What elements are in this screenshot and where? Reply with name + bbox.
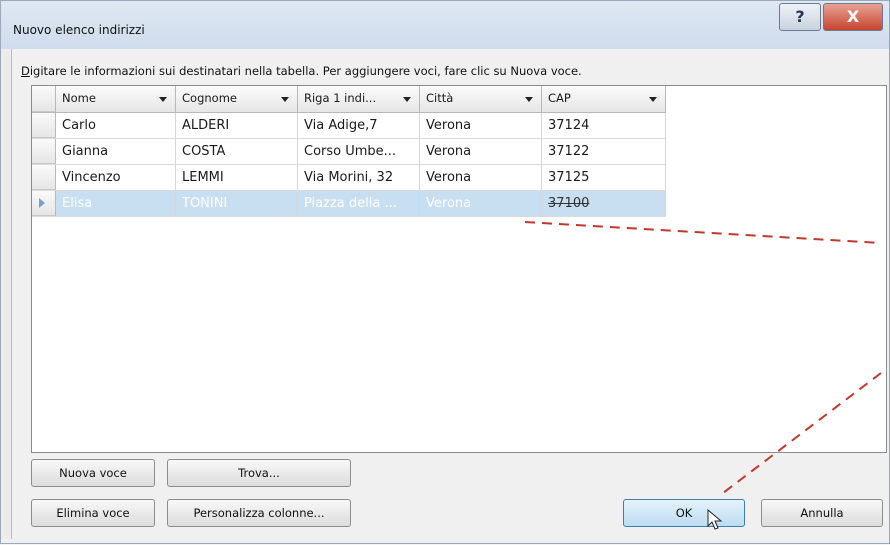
column-header-indirizzo[interactable]: Riga 1 indi...: [298, 86, 420, 112]
dropdown-arrow-icon[interactable]: [649, 97, 657, 102]
close-icon: X: [846, 7, 860, 26]
dropdown-arrow-icon[interactable]: [281, 97, 289, 102]
column-header-cap[interactable]: CAP: [542, 86, 666, 112]
column-label: Nome: [62, 91, 96, 105]
mouse-pointer-icon: [707, 509, 723, 530]
cell-cognome[interactable]: COSTA: [176, 139, 298, 164]
button-label: Nuova voce: [59, 466, 127, 480]
cell-indirizzo[interactable]: Via Adige,7: [298, 113, 420, 138]
personalizza-colonne-button[interactable]: Personalizza colonne...: [167, 499, 351, 527]
button-label: Personalizza colonne...: [193, 506, 325, 520]
nuova-voce-button[interactable]: Nuova voce: [31, 459, 155, 487]
column-label: Città: [426, 91, 454, 105]
annulla-button[interactable]: Annulla: [761, 499, 883, 527]
trova-button[interactable]: Trova...: [167, 459, 351, 487]
dropdown-arrow-icon[interactable]: [159, 97, 167, 102]
instruction-access-key: D: [21, 64, 30, 78]
table-row[interactable]: Carlo ALDERI Via Adige,7 Verona 37124: [32, 113, 666, 139]
help-icon: ?: [795, 7, 805, 26]
row-selector[interactable]: [32, 165, 56, 190]
cell-nome[interactable]: Vincenzo: [56, 165, 176, 190]
cell-cognome[interactable]: LEMMI: [176, 165, 298, 190]
column-header-citta[interactable]: Città: [420, 86, 542, 112]
address-list-dialog: Nuovo elenco indirizzi ? X Digitare le i…: [0, 0, 890, 544]
cell-citta[interactable]: Verona: [420, 165, 542, 190]
cell-cognome[interactable]: ALDERI: [176, 113, 298, 138]
row-selector[interactable]: [32, 139, 56, 164]
dropdown-arrow-icon[interactable]: [403, 97, 411, 102]
cell-cap[interactable]: 37122: [542, 139, 666, 164]
close-button[interactable]: X: [823, 3, 883, 31]
cell-indirizzo[interactable]: Corso Umbe...: [298, 139, 420, 164]
button-label: Elimina voce: [56, 506, 130, 520]
table-row[interactable]: Vincenzo LEMMI Via Morini, 32 Verona 371…: [32, 165, 666, 191]
cell-cap[interactable]: 37100: [542, 191, 666, 216]
cell-cap[interactable]: 37124: [542, 113, 666, 138]
cell-nome[interactable]: Elisa: [56, 191, 176, 216]
cell-citta[interactable]: Verona: [420, 191, 542, 216]
dropdown-arrow-icon[interactable]: [525, 97, 533, 102]
cell-cap[interactable]: 37125: [542, 165, 666, 190]
button-label: Annulla: [800, 506, 844, 520]
cell-nome[interactable]: Gianna: [56, 139, 176, 164]
column-header-cognome[interactable]: Cognome: [176, 86, 298, 112]
instruction-body: igitare le informazioni sui destinatari …: [29, 64, 582, 78]
ok-button[interactable]: OK: [623, 499, 745, 527]
header-corner: [32, 86, 56, 112]
row-selector[interactable]: [32, 191, 56, 216]
column-header-nome[interactable]: Nome: [56, 86, 176, 112]
column-label: CAP: [548, 91, 571, 105]
window-title: Nuovo elenco indirizzi: [13, 23, 145, 37]
column-label: Riga 1 indi...: [304, 91, 377, 105]
instruction-text: Digitare le informazioni sui destinatari…: [21, 64, 582, 78]
button-label: Trova...: [238, 466, 280, 480]
left-frame-edge: [1, 49, 12, 539]
table-row[interactable]: Gianna COSTA Corso Umbe... Verona 37122: [32, 139, 666, 165]
cell-citta[interactable]: Verona: [420, 139, 542, 164]
table-header: Nome Cognome Riga 1 indi... Città CAP: [32, 86, 666, 113]
cell-citta[interactable]: Verona: [420, 113, 542, 138]
button-label: OK: [675, 506, 693, 520]
help-button[interactable]: ?: [779, 3, 821, 31]
current-row-pointer-icon: [39, 198, 45, 208]
elimina-voce-button[interactable]: Elimina voce: [31, 499, 155, 527]
cell-indirizzo[interactable]: Via Morini, 32: [298, 165, 420, 190]
cell-nome[interactable]: Carlo: [56, 113, 176, 138]
recipients-table[interactable]: Nome Cognome Riga 1 indi... Città CAP Ca…: [31, 85, 887, 453]
column-label: Cognome: [182, 91, 237, 105]
cell-indirizzo[interactable]: Piazza della ...: [298, 191, 420, 216]
row-selector[interactable]: [32, 113, 56, 138]
table-row-selected[interactable]: Elisa TONINI Piazza della ... Verona 371…: [32, 191, 666, 217]
cell-cognome[interactable]: TONINI: [176, 191, 298, 216]
title-bar: Nuovo elenco indirizzi ? X: [1, 1, 889, 49]
